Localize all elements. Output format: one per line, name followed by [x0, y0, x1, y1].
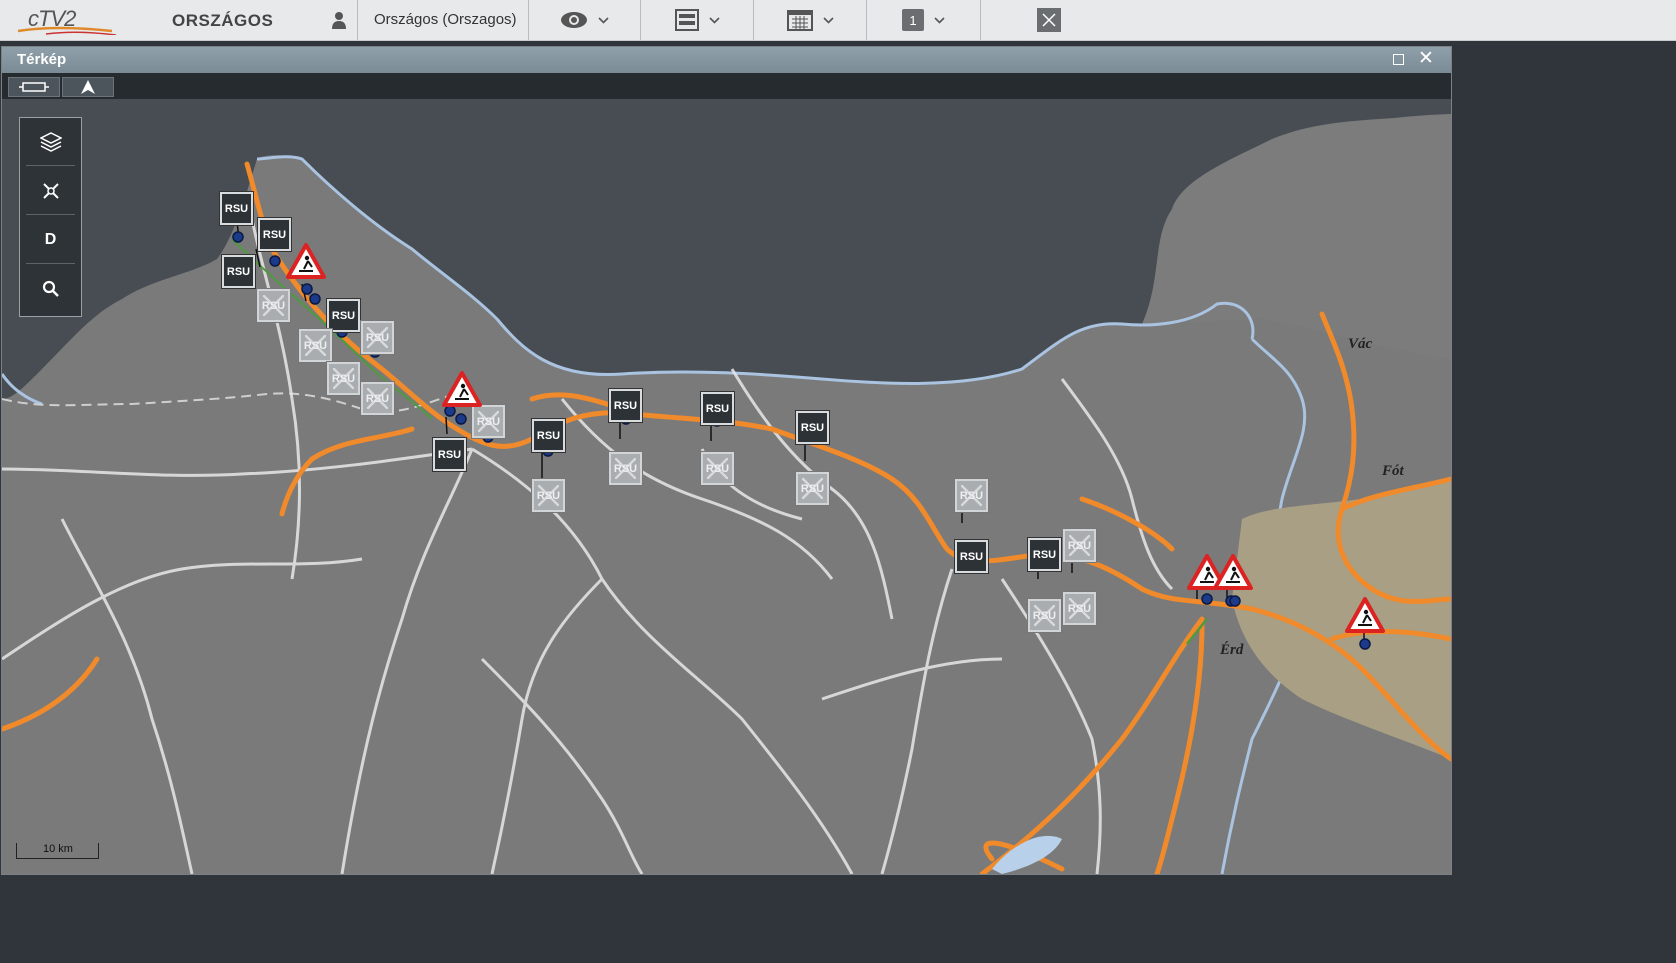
list-layout-icon — [674, 9, 699, 31]
roadwork-warning-icon[interactable] — [442, 371, 482, 407]
rsu-marker[interactable]: RSU — [361, 321, 394, 354]
rsu-marker[interactable]: RSU — [532, 419, 565, 452]
close-icon — [1037, 8, 1061, 32]
page-select-button[interactable]: 1 — [867, 0, 980, 40]
chevron-down-icon — [598, 16, 609, 24]
rsu-marker[interactable]: RSU — [609, 452, 642, 485]
divider — [980, 0, 981, 40]
layers-button[interactable] — [26, 118, 75, 166]
eye-icon — [561, 12, 587, 28]
north-arrow-icon — [81, 80, 95, 94]
rsu-marker[interactable]: RSU — [796, 411, 829, 444]
place-label-erd: Érd — [1220, 642, 1244, 658]
layout-menu-button[interactable] — [641, 0, 753, 40]
tools-icon — [42, 182, 59, 199]
rsu-marker[interactable]: RSU — [796, 472, 829, 505]
place-label-vac: Vác — [1348, 336, 1373, 352]
roadwork-warning-icon[interactable] — [1345, 597, 1385, 633]
rsu-marker[interactable]: RSU — [955, 479, 988, 512]
view-menu-button[interactable] — [529, 0, 640, 40]
fit-extent-button[interactable] — [8, 77, 60, 97]
calendar-icon — [786, 10, 813, 31]
map-canvas[interactable]: D RSU RSU RSU RSU RSU RSU RSU RSU RSU RS… — [2, 99, 1451, 874]
chevron-down-icon — [934, 16, 945, 24]
rsu-marker[interactable]: RSU — [532, 479, 565, 512]
rsu-marker[interactable]: RSU — [1028, 538, 1061, 571]
chevron-down-icon — [822, 16, 834, 24]
close-all-button[interactable] — [1036, 0, 1062, 40]
logo-text: cTV2 — [28, 6, 76, 31]
rsu-marker[interactable]: RSU — [472, 405, 505, 438]
top-bar: cTV2 ORSZÁGOS Országos (Orszagos) 1 — [0, 0, 1676, 41]
chevron-down-icon — [708, 16, 720, 24]
north-arrow-button[interactable] — [62, 77, 114, 97]
user-icon — [331, 11, 347, 29]
user-name: Országos (Orszagos) — [374, 11, 517, 28]
rsu-marker[interactable]: RSU — [327, 362, 360, 395]
rsu-marker[interactable]: RSU — [955, 540, 988, 573]
rsu-marker[interactable]: RSU — [327, 299, 360, 332]
window-titlebar: Térkép ✕ — [2, 47, 1451, 73]
rsu-marker[interactable]: RSU — [257, 289, 290, 322]
roadwork-warning-icon[interactable] — [286, 243, 326, 279]
extent-icon — [19, 82, 49, 92]
roadwork-warning-icon[interactable] — [1213, 554, 1253, 590]
page-number: 1 — [902, 9, 924, 31]
window-close-icon[interactable]: ✕ — [1418, 48, 1434, 70]
rsu-marker[interactable]: RSU — [1063, 592, 1096, 625]
layers-icon — [39, 131, 62, 152]
rsu-marker[interactable]: RSU — [701, 452, 734, 485]
window-title: Térkép — [17, 51, 67, 68]
rsu-marker[interactable]: RSU — [1028, 599, 1061, 632]
rsu-marker[interactable]: RSU — [1063, 529, 1096, 562]
search-button[interactable] — [26, 265, 75, 313]
rsu-marker[interactable]: RSU — [299, 329, 332, 362]
maximize-icon[interactable] — [1393, 54, 1404, 65]
rsu-marker[interactable]: RSU — [220, 192, 253, 225]
rsu-marker[interactable]: RSU — [361, 382, 394, 415]
map-side-menu: D — [19, 117, 82, 317]
rsu-marker[interactable]: RSU — [222, 255, 255, 288]
search-icon — [42, 280, 59, 297]
divider — [357, 0, 358, 40]
rsu-marker[interactable]: RSU — [609, 389, 642, 422]
tools-button[interactable] — [26, 167, 75, 215]
brand-title: ORSZÁGOS — [172, 11, 274, 30]
d-button[interactable]: D — [26, 216, 75, 264]
rsu-marker[interactable]: RSU — [701, 392, 734, 425]
calendar-menu-button[interactable] — [754, 0, 866, 40]
scale-bar: 10 km — [16, 843, 99, 859]
scale-label: 10 km — [43, 843, 73, 855]
map-window: Térkép ✕ D RSU RSU RSU RSU RSU RSU RSU R… — [1, 46, 1452, 875]
rsu-marker[interactable]: RSU — [433, 438, 466, 471]
map-toolbar — [2, 73, 1451, 99]
place-label-fot: Fót — [1382, 463, 1404, 479]
